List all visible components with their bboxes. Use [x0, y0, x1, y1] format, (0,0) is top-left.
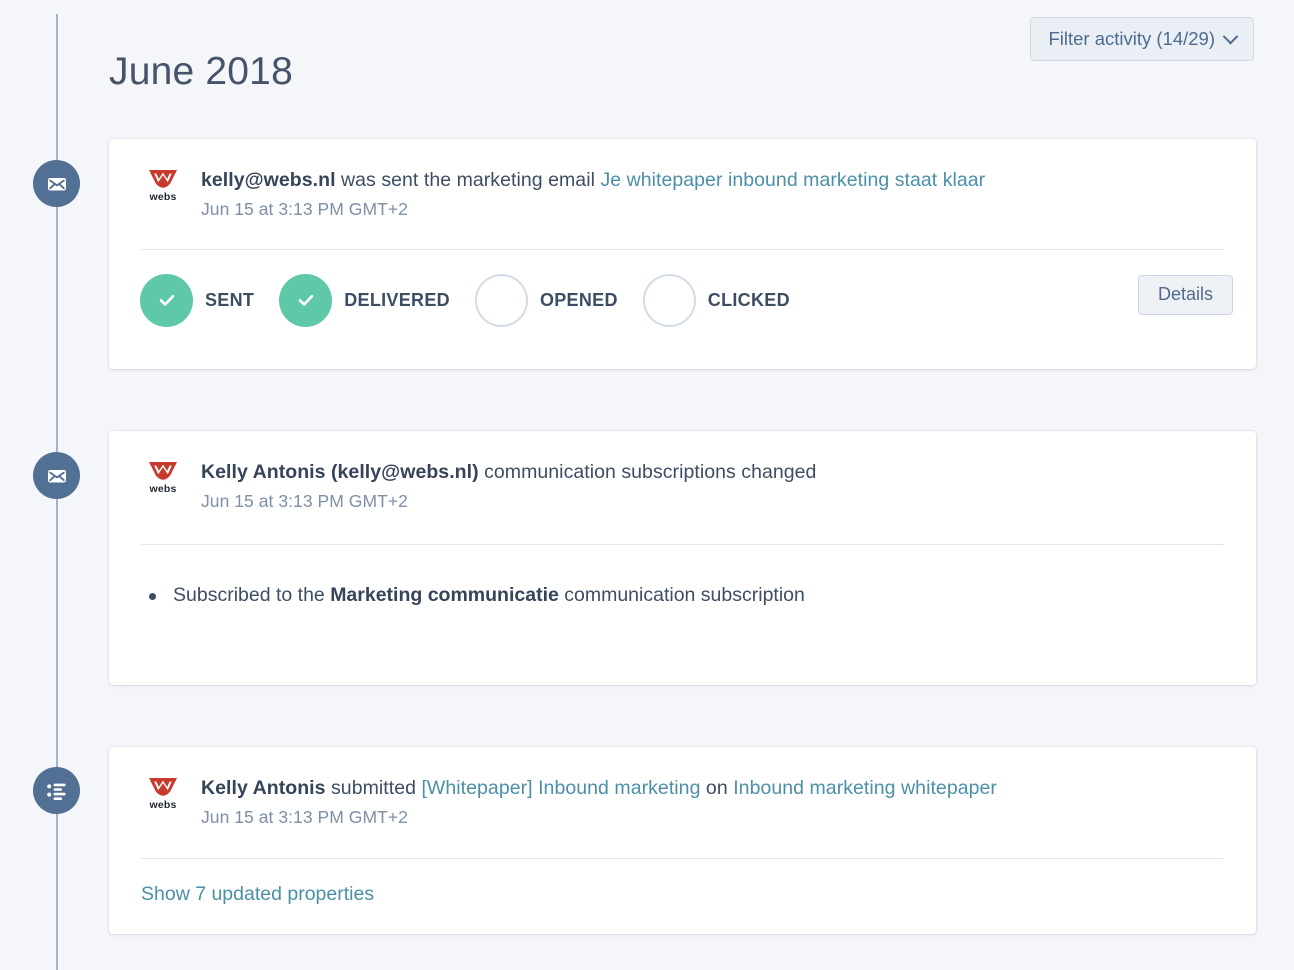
email-status-clicked[interactable]: CLICKED: [642, 273, 790, 327]
email-status-sent[interactable]: SENT: [140, 273, 255, 327]
status-label-opened: OPENED: [539, 289, 618, 310]
list-item: Subscribed to the Marketing communicatie…: [149, 583, 1256, 608]
card-header-text: Kelly Antonis (kelly@webs.nl) communicat…: [185, 459, 816, 512]
card-header: webs kelly@webs.nl was sent the marketin…: [109, 139, 1256, 220]
status-circle-complete: [140, 273, 193, 327]
event-action: was sent the marketing email: [335, 169, 601, 191]
timeline-node-envelope-1[interactable]: [33, 160, 80, 207]
envelope-icon: [47, 177, 66, 190]
event-headline: kelly@webs.nl was sent the marketing ema…: [201, 168, 985, 194]
show-updated-properties-link[interactable]: Show 7 updated properties: [109, 859, 374, 906]
status-circle-complete: [279, 273, 333, 327]
activity-timeline-page: Filter activity (14/29) June 2018 webs k…: [0, 0, 1294, 970]
status-label-delivered: DELIVERED: [344, 289, 450, 310]
event-headline: Kelly Antonis (kelly@webs.nl) communicat…: [201, 460, 816, 486]
event-preposition: on: [700, 777, 734, 799]
event-timestamp: Jun 15 at 3:13 PM GMT+2: [201, 806, 408, 827]
activity-card-form-submitted: webs Kelly Antonis submitted [Whitepaper…: [109, 747, 1256, 934]
event-subject: kelly@webs.nl: [201, 169, 336, 191]
card-header: webs Kelly Antonis submitted [Whitepaper…: [109, 747, 1256, 828]
card-header-text: Kelly Antonis submitted [Whitepaper] Inb…: [185, 775, 997, 828]
timeline-node-envelope-2[interactable]: [33, 452, 80, 499]
webs-logo-icon: [149, 462, 177, 480]
bullet-text-lead: Subscribed to the: [173, 583, 331, 606]
event-subject: Kelly Antonis (kelly@webs.nl): [201, 461, 479, 483]
event-timestamp: Jun 15 at 3:13 PM GMT+2: [201, 490, 408, 511]
page-title: June 2018: [109, 50, 293, 93]
webs-logo: webs: [141, 777, 185, 811]
details-button[interactable]: Details: [1137, 274, 1233, 315]
event-subject: Kelly Antonis: [201, 777, 326, 799]
activity-card-subscriptions-changed: webs Kelly Antonis (kelly@webs.nl) commu…: [109, 431, 1256, 685]
chevron-down-icon: [1222, 28, 1239, 44]
filter-activity-label: Filter activity (14/29): [1048, 28, 1215, 49]
email-status-opened[interactable]: OPENED: [474, 273, 618, 327]
subscription-change-list: Subscribed to the Marketing communicatie…: [109, 545, 1256, 608]
card-header: webs Kelly Antonis (kelly@webs.nl) commu…: [109, 431, 1256, 512]
check-icon: [159, 295, 174, 306]
email-status-delivered[interactable]: DELIVERED: [279, 273, 450, 327]
marketing-email-link[interactable]: Je whitepaper inbound marketing staat kl…: [600, 169, 985, 191]
webs-logo: webs: [141, 461, 185, 495]
webs-logo-icon: [149, 170, 177, 188]
filter-activity-button[interactable]: Filter activity (14/29): [1030, 17, 1254, 61]
webs-wordmark: webs: [149, 191, 177, 203]
status-label-clicked: CLICKED: [707, 289, 790, 310]
webs-wordmark: webs: [149, 799, 177, 811]
webs-logo-icon: [149, 778, 177, 796]
card-header-text: kelly@webs.nl was sent the marketing ema…: [185, 167, 985, 220]
activity-card-email-sent: webs kelly@webs.nl was sent the marketin…: [109, 139, 1256, 369]
event-action: submitted: [325, 777, 422, 799]
event-timestamp: Jun 15 at 3:13 PM GMT+2: [201, 198, 408, 219]
form-name-link[interactable]: [Whitepaper] Inbound marketing: [421, 777, 700, 799]
form-list-icon: [46, 783, 66, 800]
check-icon: [298, 295, 314, 306]
bullet-text-tail: communication subscription: [558, 583, 805, 606]
status-circle-incomplete: [474, 273, 528, 327]
event-headline: Kelly Antonis submitted [Whitepaper] Inb…: [201, 776, 997, 802]
webs-wordmark: webs: [149, 483, 177, 495]
webs-logo: webs: [141, 169, 185, 203]
status-label-sent: SENT: [205, 289, 255, 310]
timeline-node-form-submission[interactable]: [33, 767, 80, 814]
envelope-icon: [47, 469, 66, 482]
email-status-row: SENT DELIVERED OPENED CLICKED Details: [109, 250, 1256, 327]
event-action: communication subscriptions changed: [478, 461, 817, 483]
page-name-link[interactable]: Inbound marketing whitepaper: [733, 777, 997, 799]
status-circle-incomplete: [642, 273, 696, 327]
subscription-name: Marketing communicatie: [330, 583, 559, 606]
